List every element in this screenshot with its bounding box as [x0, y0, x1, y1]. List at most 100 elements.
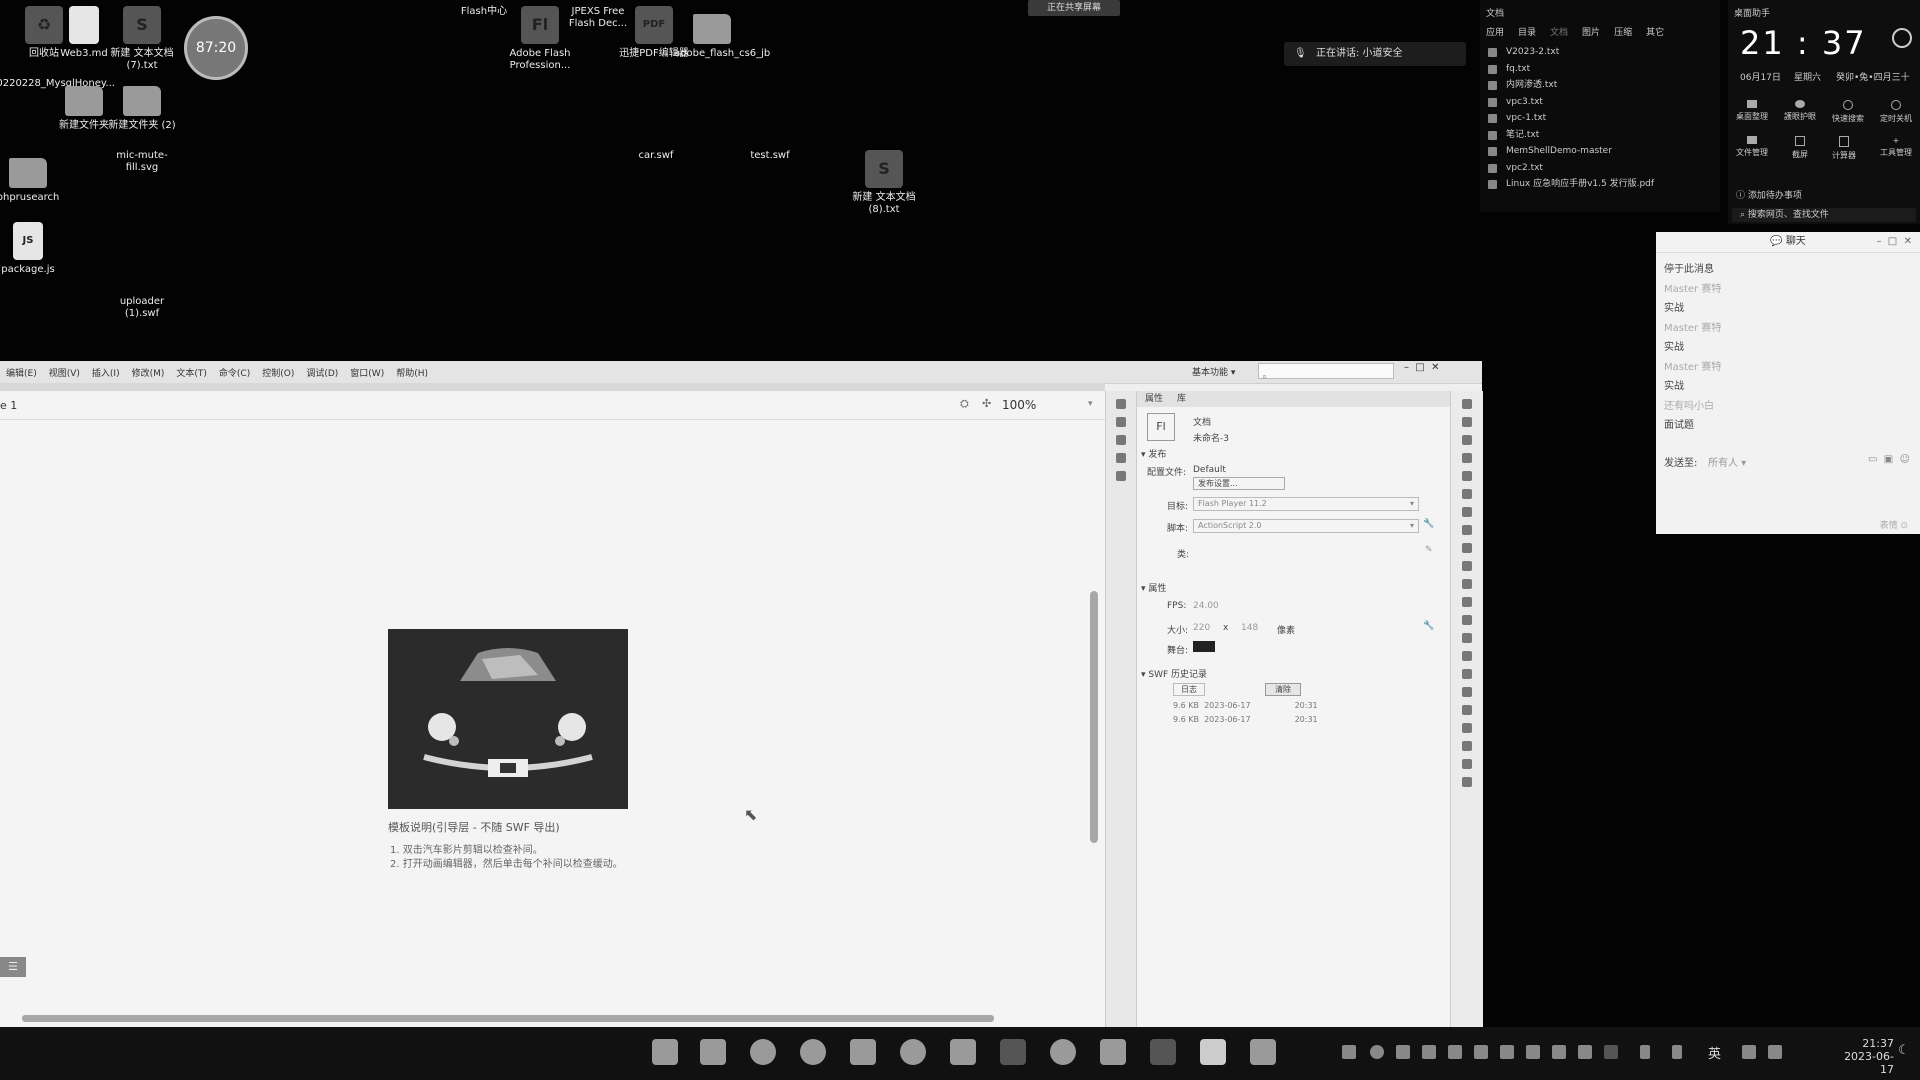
rectangle-tool-icon[interactable]: [1462, 543, 1472, 553]
tray-network-app-icon[interactable]: [1448, 1045, 1462, 1059]
fps-value[interactable]: 24.00: [1193, 601, 1219, 611]
desktop-icon-adobe-flash-cs6[interactable]: adobe_flash_cs6_jb: [674, 6, 770, 60]
list-item[interactable]: vpc2.txt: [1480, 160, 1720, 177]
menu-window[interactable]: 窗口(W): [350, 366, 384, 379]
tray-app-icon[interactable]: [1342, 1045, 1356, 1059]
list-item[interactable]: Linux 应急响应手册v1.5 发行版.pdf: [1480, 176, 1720, 193]
bone-tool-icon[interactable]: [1462, 615, 1472, 625]
tray-gift-icon[interactable]: [1474, 1045, 1488, 1059]
minimize-icon[interactable]: –: [1404, 362, 1409, 373]
volume-icon[interactable]: [1768, 1045, 1782, 1059]
brush-tool-icon[interactable]: [1462, 579, 1472, 589]
browser-icon[interactable]: [900, 1039, 926, 1065]
desktop-icon-package-js[interactable]: JS package.js: [0, 222, 66, 276]
free-transform-tool-icon[interactable]: [1462, 435, 1472, 445]
p-app-icon[interactable]: [1100, 1039, 1126, 1065]
timed-shutdown-button[interactable]: 定时关机: [1880, 100, 1912, 124]
tray-bell-icon[interactable]: [1604, 1045, 1618, 1059]
user-icon[interactable]: ☺: [1900, 454, 1910, 465]
tab-docs[interactable]: 文档: [1550, 25, 1568, 38]
swf-history-section[interactable]: ▾ SWF 历史记录: [1141, 667, 1207, 680]
tray-p-icon[interactable]: [1526, 1045, 1540, 1059]
menu-command[interactable]: 命令(C): [219, 366, 250, 379]
menu-insert[interactable]: 插入(I): [92, 366, 120, 379]
script-select[interactable]: ActionScript 2.0 ▾: [1193, 519, 1419, 533]
start-icon[interactable]: [652, 1039, 678, 1065]
list-item[interactable]: MemShellDemo-master: [1480, 143, 1720, 160]
swap-colors-icon[interactable]: [1462, 759, 1472, 769]
zoom-tool-icon[interactable]: [1462, 705, 1472, 715]
wrench-icon[interactable]: 🔧: [1423, 519, 1434, 529]
desktop-icon-text-8[interactable]: S 新建 文本文档 (8).txt: [846, 150, 922, 216]
sublime-icon[interactable]: [1150, 1039, 1176, 1065]
document-app-icon[interactable]: [1250, 1039, 1276, 1065]
calculator-button[interactable]: 计算器: [1832, 136, 1856, 161]
tray-monitor-icon[interactable]: [1578, 1045, 1592, 1059]
maximize-icon[interactable]: □: [1888, 236, 1897, 247]
input-language[interactable]: 英: [1708, 1043, 1721, 1062]
flash-player-icon[interactable]: [1050, 1039, 1076, 1065]
eye-care-button[interactable]: 護眼护眼: [1784, 100, 1816, 124]
line-tool-icon[interactable]: [1462, 525, 1472, 535]
list-item[interactable]: V2023-2.txt: [1480, 44, 1720, 61]
add-todo-button[interactable]: ⓘ 添加待办事项: [1736, 188, 1802, 201]
wrench-icon[interactable]: 🔧: [1423, 621, 1434, 631]
log-button[interactable]: 日志: [1173, 683, 1205, 696]
tab-archives[interactable]: 压缩: [1614, 25, 1632, 38]
moon-icon[interactable]: ☾: [1898, 1043, 1910, 1058]
horizontal-scrollbar[interactable]: [22, 1015, 994, 1022]
maximize-icon[interactable]: □: [1415, 362, 1424, 373]
file-manager-button[interactable]: 文件管理: [1736, 136, 1768, 161]
text-tool-icon[interactable]: [1462, 507, 1472, 517]
image-icon[interactable]: ▣: [1884, 454, 1893, 465]
tab-other[interactable]: 其它: [1646, 25, 1664, 38]
list-item[interactable]: vpc3.txt: [1480, 94, 1720, 111]
vertical-scrollbar[interactable]: [1090, 591, 1098, 843]
close-icon[interactable]: ✕: [1431, 362, 1439, 373]
desktop-icon-new-folder-2[interactable]: 新建文件夹 (2): [104, 78, 180, 132]
tab-dirs[interactable]: 目录: [1518, 25, 1536, 38]
swatches-icon[interactable]: [1116, 417, 1126, 427]
paint-bucket-tool-icon[interactable]: [1462, 633, 1472, 643]
tab-properties[interactable]: 属性: [1145, 391, 1163, 407]
photos-icon[interactable]: [950, 1039, 976, 1065]
tray-usb-icon[interactable]: [1640, 1045, 1650, 1059]
workspace-switcher[interactable]: 基本功能 ▾: [1192, 365, 1235, 378]
tray-display-icon[interactable]: [1552, 1045, 1566, 1059]
widget-search-input[interactable]: ⌕ 搜索网页、查找文件: [1732, 208, 1916, 222]
edit-scene-icon[interactable]: ⛭: [960, 397, 969, 411]
chrome-icon[interactable]: [800, 1039, 826, 1065]
quick-search-button[interactable]: 快速搜索: [1832, 100, 1864, 124]
hand-tool-icon[interactable]: [1462, 687, 1472, 697]
fill-color-icon[interactable]: [1462, 741, 1472, 751]
tray-camera-icon[interactable]: [1396, 1045, 1410, 1059]
3d-rotation-tool-icon[interactable]: [1462, 453, 1472, 463]
adobe-flash-icon[interactable]: [1000, 1039, 1026, 1065]
subselection-tool-icon[interactable]: [1462, 417, 1472, 427]
eyedropper-tool-icon[interactable]: [1462, 651, 1472, 661]
desktop-icon-test-swf[interactable]: ƒtest.swf: [732, 150, 808, 549]
menu-debug[interactable]: 调试(D): [306, 366, 338, 379]
list-item[interactable]: 内网渗透.txt: [1480, 77, 1720, 94]
desktop-icon-text-7[interactable]: S 新建 文本文档 (7).txt: [104, 6, 180, 72]
menu-edit[interactable]: 编辑(E): [6, 366, 37, 379]
menu-view[interactable]: 视图(V): [49, 366, 80, 379]
edge-icon[interactable]: [750, 1039, 776, 1065]
height-value[interactable]: 148: [1241, 623, 1258, 633]
help-search-input[interactable]: ⌕: [1258, 363, 1394, 382]
close-icon[interactable]: ✕: [1904, 236, 1912, 247]
pen-tool-icon[interactable]: [1462, 489, 1472, 499]
list-item[interactable]: vpc-1.txt: [1480, 110, 1720, 127]
send-to-select[interactable]: 所有人 ▾: [1708, 454, 1746, 469]
menu-modify[interactable]: 修改(M): [132, 366, 165, 379]
tray-flash-icon[interactable]: [1370, 1045, 1384, 1059]
publish-settings-button[interactable]: 发布设置...: [1193, 477, 1285, 490]
clear-button[interactable]: 清除: [1265, 683, 1301, 696]
chevron-down-icon[interactable]: ▾: [1088, 399, 1093, 409]
minimize-icon[interactable]: –: [1876, 236, 1881, 247]
desktop-icon-phprusearch[interactable]: phprusearch: [0, 150, 66, 204]
align-icon[interactable]: [1116, 435, 1126, 445]
color-icon[interactable]: [1116, 399, 1126, 409]
tray-settings-icon[interactable]: [1500, 1045, 1514, 1059]
stage-color-swatch[interactable]: [1193, 641, 1215, 652]
